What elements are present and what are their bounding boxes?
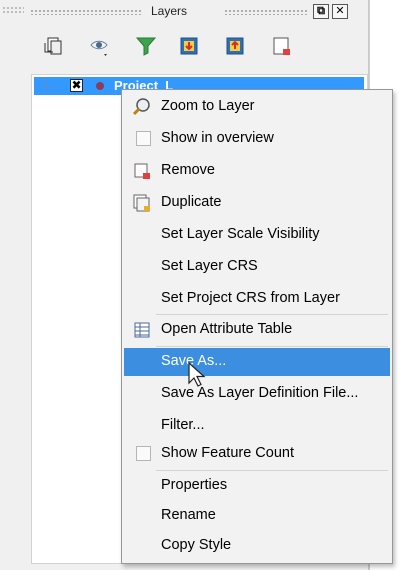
- menu-item-rename[interactable]: Rename: [124, 502, 390, 530]
- float-panel-button[interactable]: ⧉: [313, 4, 329, 19]
- titlebar-grip-left: [30, 9, 142, 15]
- menu-item-label: Filter...: [161, 417, 205, 433]
- layer-visibility-checkbox[interactable]: ✖: [70, 79, 83, 92]
- menu-item-label: Set Layer Scale Visibility: [161, 226, 320, 242]
- menu-item-save-as-layer-definition[interactable]: Save As Layer Definition File...: [124, 380, 390, 408]
- layers-toolbar: [28, 28, 368, 62]
- panel-titlebar[interactable]: Layers ⧉ ✕: [28, 0, 368, 24]
- menu-item-set-layer-scale-visibility[interactable]: Set Layer Scale Visibility: [124, 221, 390, 249]
- menu-item-label: Show in overview: [161, 130, 274, 146]
- menu-separator: [156, 314, 388, 315]
- mouse-pointer-icon: [187, 361, 207, 388]
- menu-item-remove[interactable]: Remove: [124, 157, 390, 185]
- titlebar-grip-right: [224, 9, 308, 15]
- menu-item-label: Duplicate: [161, 194, 222, 210]
- menu-item-properties[interactable]: Properties: [124, 472, 390, 500]
- collapse-all-icon[interactable]: [224, 34, 248, 58]
- menu-item-show-feature-count[interactable]: Show Feature Count: [124, 440, 390, 468]
- menu-item-save-as[interactable]: Save As...: [124, 348, 390, 376]
- menu-item-label: Zoom to Layer: [161, 98, 255, 114]
- left-gutter: [0, 0, 28, 570]
- menu-item-zoom-to-layer[interactable]: Zoom to Layer: [124, 93, 390, 121]
- gutter-grip: [2, 6, 24, 14]
- duplicate-layer-icon: [132, 193, 152, 213]
- zoom-icon: [132, 97, 152, 117]
- menu-separator: [156, 346, 388, 347]
- attribute-table-icon: [132, 320, 152, 340]
- menu-item-set-project-crs[interactable]: Set Project CRS from Layer: [124, 285, 390, 313]
- menu-item-label: Set Project CRS from Layer: [161, 290, 340, 306]
- add-group-icon[interactable]: [42, 34, 66, 58]
- panel-title: Layers: [151, 4, 188, 18]
- menu-item-show-in-overview[interactable]: Show in overview: [124, 125, 390, 153]
- expand-all-icon[interactable]: [178, 34, 202, 58]
- menu-item-label: Copy Style: [161, 537, 232, 553]
- layer-symbol-icon: [96, 82, 104, 90]
- menu-item-copy-style[interactable]: Copy Style: [124, 532, 390, 560]
- menu-item-set-layer-crs[interactable]: Set Layer CRS: [124, 253, 390, 281]
- menu-item-duplicate[interactable]: Duplicate: [124, 189, 390, 217]
- menu-item-filter[interactable]: Filter...: [124, 412, 390, 440]
- show-feature-count-checkbox[interactable]: [136, 446, 151, 461]
- menu-item-label: Show Feature Count: [161, 445, 294, 461]
- visibility-icon[interactable]: [88, 34, 112, 58]
- menu-item-label: Remove: [161, 162, 215, 178]
- menu-item-label: Rename: [161, 507, 216, 523]
- close-panel-button[interactable]: ✕: [332, 4, 348, 19]
- layer-context-menu: Zoom to Layer Show in overview Remove Du…: [121, 89, 393, 564]
- menu-item-label: Open Attribute Table: [161, 321, 293, 337]
- show-in-overview-checkbox[interactable]: [136, 131, 151, 146]
- remove-layer-icon: [132, 161, 152, 181]
- menu-separator: [156, 470, 388, 471]
- menu-item-open-attribute-table[interactable]: Open Attribute Table: [124, 316, 390, 344]
- tree-connector-h: [44, 87, 54, 89]
- menu-item-label: Set Layer CRS: [161, 258, 258, 274]
- menu-item-label: Properties: [161, 477, 228, 493]
- filter-legend-icon[interactable]: [134, 34, 158, 58]
- remove-layer-icon[interactable]: [270, 34, 294, 58]
